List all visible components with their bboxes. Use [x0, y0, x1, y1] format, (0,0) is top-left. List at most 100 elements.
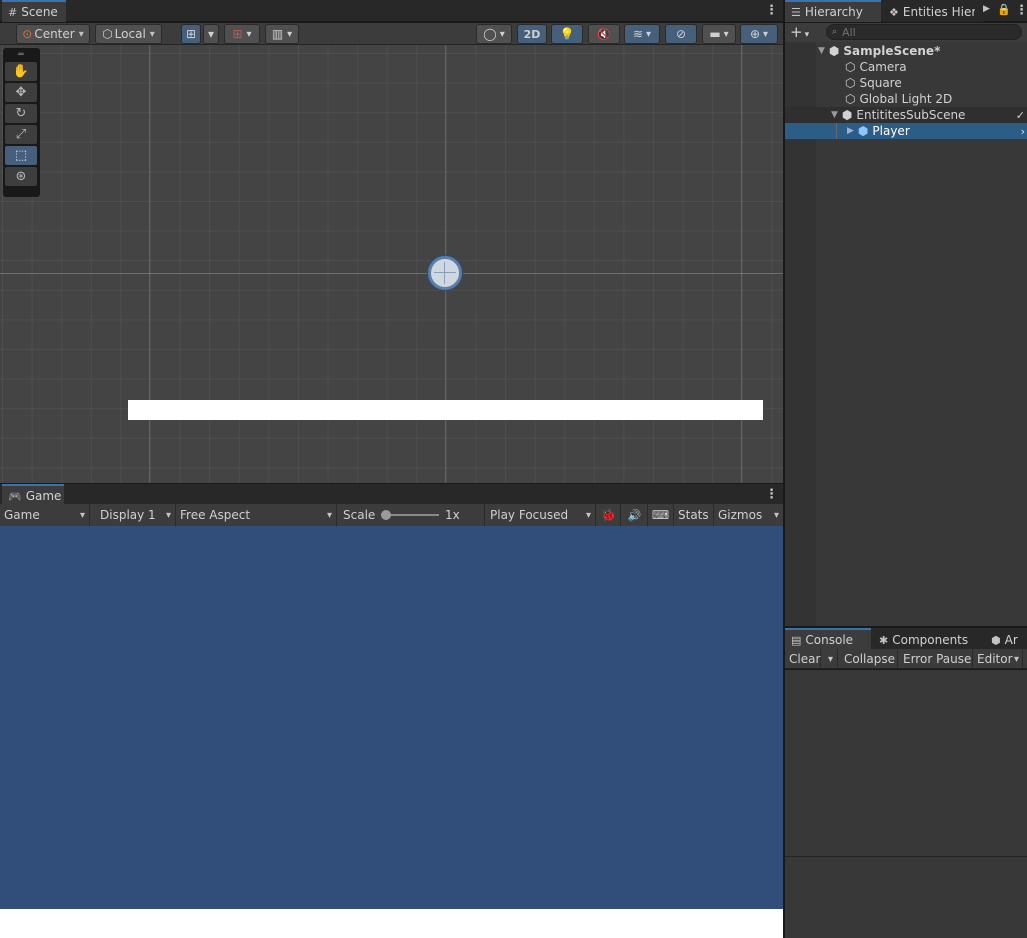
grid-snap-button[interactable]: ⊞ [181, 24, 201, 44]
scene-viewport[interactable] [0, 45, 783, 483]
move-icon: ✥ [15, 85, 27, 100]
hierarchy-item-label: Player [872, 124, 910, 138]
tab-components-label: Components [892, 633, 969, 647]
shading-mode-dropdown[interactable]: ◯ ▾ [476, 24, 512, 44]
pivot-rotation-label: Local [114, 27, 146, 41]
foldout-expanded-icon[interactable]: ▼ [831, 110, 838, 120]
clear-options-dropdown[interactable]: ▾ [821, 649, 838, 669]
audio-toggle-button[interactable]: 🔇 [588, 24, 620, 44]
aspect-label: Free Aspect [180, 508, 251, 522]
hierarchy-item-player[interactable]: ▶ ⬢ Player › [785, 123, 1027, 139]
prefab-icon: ⬢ [857, 124, 869, 138]
tab-scroll-right-icon[interactable]: ▶ [983, 4, 990, 14]
subscene-checkmark-icon[interactable]: ✓ [1016, 109, 1025, 122]
hierarchy-item-camera[interactable]: ⬡ Camera [785, 59, 1027, 75]
player-sprite[interactable] [428, 256, 462, 290]
grid-snap-dropdown[interactable]: ▾ [203, 24, 219, 44]
lighting-toggle-button[interactable]: 💡 [551, 24, 583, 44]
tab-archetypes[interactable]: ⬢ Ar [985, 628, 1027, 650]
transform-tool-button[interactable]: ⊛ [5, 167, 37, 186]
game-gizmos-label: Gizmos [718, 508, 763, 522]
list-icon: ☰ [791, 5, 801, 19]
hierarchy-item-label: SampleScene* [843, 44, 941, 58]
scale-label: Scale [343, 508, 376, 522]
clear-button[interactable]: Clear [785, 649, 821, 669]
hand-tool-button[interactable]: ✋ [5, 62, 37, 81]
camera-icon: ▬ [709, 27, 721, 41]
console-tabbar: ▤ Console ✱ Components ⬢ Ar [785, 628, 1027, 650]
hierarchy-item-square[interactable]: ⬡ Square [785, 75, 1027, 91]
ruler-snap-button[interactable]: ▥ ▾ [265, 24, 299, 44]
scale-icon: ⤢ [15, 127, 27, 142]
pivot-mode-dropdown[interactable]: ⊙ Center [16, 24, 90, 44]
scale-control: Scale 1x [339, 504, 485, 526]
hierarchy-item-label: Square [859, 76, 902, 90]
tab-game[interactable]: 🎮 Game [2, 484, 64, 506]
pivot-rotation-dropdown[interactable]: ⬡ Local [95, 24, 162, 44]
scale-tool-button[interactable]: ⤢ [5, 125, 37, 144]
gizmo-globe-icon: ⊕ [749, 27, 761, 41]
mute-audio-button[interactable]: 🔊 [622, 504, 648, 526]
prefab-open-icon[interactable]: › [1021, 125, 1025, 138]
play-mode-dropdown[interactable]: Play Focused ▾ [486, 504, 596, 526]
tab-entities-hierarchy[interactable]: ❖ Entities Hiera [883, 0, 983, 22]
pivot-icon: ⊙ [22, 27, 33, 41]
gameobject-icon: ⬡ [845, 60, 856, 74]
tab-components[interactable]: ✱ Components [873, 628, 979, 650]
scale-slider-thumb[interactable] [381, 510, 391, 520]
gizmos-dropdown[interactable]: ⊕ ▾ [740, 24, 778, 44]
game-tabbar: 🎮 Game ⋮ [0, 484, 783, 506]
foldout-expanded-icon[interactable]: ▼ [818, 46, 825, 56]
scale-slider-track[interactable] [385, 514, 439, 516]
bug-icon: 🐞 [601, 508, 616, 522]
rect-icon: ⬚ [14, 148, 28, 163]
game-mode-dropdown[interactable]: Game ▾ [0, 504, 90, 526]
toggle-2d-button[interactable]: 2D [517, 24, 547, 44]
ground-square-sprite[interactable] [128, 400, 763, 420]
scene-menu-icon[interactable]: ⋮ [765, 3, 778, 18]
rect-tool-button[interactable]: ⬚ [5, 146, 37, 165]
tab-console[interactable]: ▤ Console [785, 628, 871, 650]
shortcuts-button[interactable]: ⌨ [648, 504, 674, 526]
increment-snap-button[interactable]: ⊞ ▾ [224, 24, 260, 44]
console-log-area[interactable] [785, 670, 1027, 856]
hierarchy-item-label: Global Light 2D [859, 92, 953, 106]
toggle-2d-label: 2D [523, 27, 541, 41]
editor-dropdown[interactable]: Editor ▾ [973, 649, 1023, 669]
game-menu-icon[interactable]: ⋮ [765, 487, 778, 502]
eye-hidden-icon: ⊘ [675, 27, 687, 41]
tab-scene-label: Scene [21, 5, 58, 19]
scene-visibility-button[interactable]: ⊘ [665, 24, 697, 44]
tab-entities-label: Entities Hiera [902, 5, 975, 19]
aspect-dropdown[interactable]: Free Aspect ▾ [176, 504, 337, 526]
move-tool-button[interactable]: ✥ [5, 83, 37, 102]
hierarchy-search-field[interactable]: ⌕ All [826, 24, 1022, 40]
hierarchy-menu-icon[interactable]: ⋮ [1015, 3, 1027, 18]
stats-button[interactable]: Stats [674, 504, 714, 526]
hierarchy-tabbar: ☰ Hierarchy ❖ Entities Hiera ▶ 🔒 ⋮ [785, 0, 1027, 22]
hierarchy-item-label: Camera [859, 60, 907, 74]
editor-label: Editor [977, 652, 1013, 666]
console-detail-area[interactable] [785, 857, 1027, 938]
palette-handle[interactable]: ═ [5, 50, 37, 60]
rotate-tool-button[interactable]: ↻ [5, 104, 37, 123]
subscene-icon: ⬢ [841, 108, 853, 122]
effects-toggle-button[interactable]: ≋ ▾ [624, 24, 660, 44]
camera-settings-dropdown[interactable]: ▬ ▾ [702, 24, 736, 44]
hierarchy-item-samplescene[interactable]: ▼ ⬢ SampleScene* [785, 43, 1027, 59]
foldout-collapsed-icon[interactable]: ▶ [847, 126, 854, 136]
frame-debugger-button[interactable]: 🐞 [597, 504, 621, 526]
console-toolbar: Clear ▾ Collapse Error Pause Editor ▾ [785, 649, 1027, 669]
tab-hierarchy[interactable]: ☰ Hierarchy [785, 0, 881, 22]
error-pause-button[interactable]: Error Pause [899, 649, 973, 669]
lock-icon[interactable]: 🔒 [997, 3, 1011, 16]
hierarchy-item-global-light[interactable]: ⬡ Global Light 2D [785, 91, 1027, 107]
game-gizmos-dropdown[interactable]: Gizmos ▾ [714, 504, 783, 526]
add-object-button[interactable]: + ▾ [790, 23, 809, 41]
display-dropdown[interactable]: Display 1 ▾ [96, 504, 176, 526]
game-viewport[interactable] [0, 526, 783, 909]
tab-archetypes-label: Ar [1004, 633, 1018, 647]
hierarchy-item-subscene[interactable]: ▼ ⬢ EntititesSubScene ✓ [785, 107, 1027, 123]
tab-scene[interactable]: # Scene [2, 0, 66, 22]
collapse-button[interactable]: Collapse [840, 649, 898, 669]
